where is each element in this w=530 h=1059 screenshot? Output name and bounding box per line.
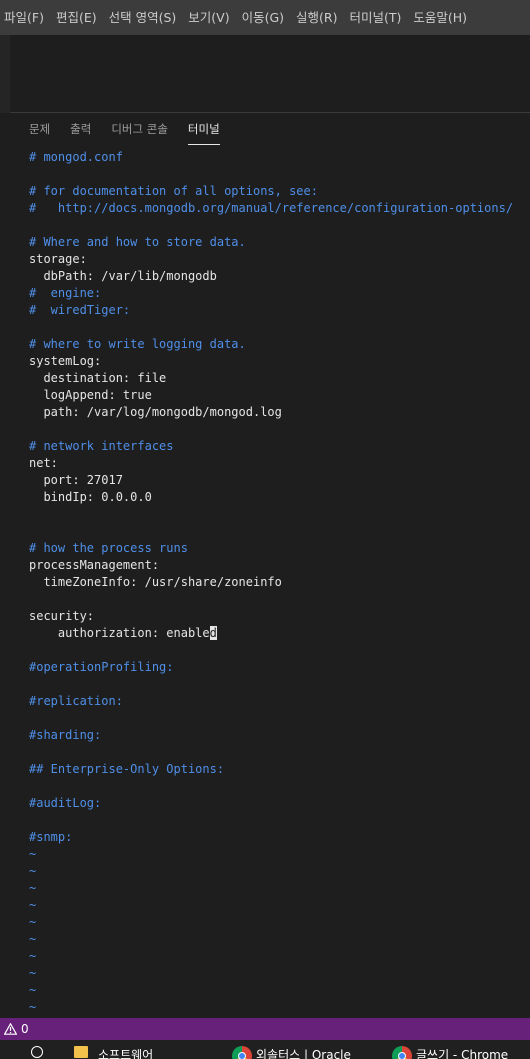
terminal-line: #replication: <box>29 694 123 708</box>
terminal-line: authorization: enabled <box>29 625 529 642</box>
terminal-line: security: <box>29 609 95 623</box>
menu-item[interactable]: 편집(E) <box>52 0 105 35</box>
taskbar-folder[interactable]: 소프트웨어 <box>74 1046 153 1059</box>
terminal-line: # for documentation of all options, see: <box>29 184 318 198</box>
terminal-empty-line: ~ <box>29 966 37 980</box>
terminal-line: dbPath: /var/lib/mongodb <box>29 269 217 283</box>
terminal-line: # http://docs.mongodb.org/manual/referen… <box>29 201 514 215</box>
panel-tab[interactable]: 터미널 <box>187 116 220 145</box>
taskbar-chrome-1[interactable]: 외솔터스 | Oracle <box>232 1046 351 1059</box>
terminal-line: destination: file <box>29 371 167 385</box>
terminal-line: net: <box>29 456 58 470</box>
terminal-empty-line: ~ <box>29 898 37 912</box>
terminal-empty-line: ~ <box>29 983 37 997</box>
terminal-empty-line: ~ <box>29 949 37 963</box>
terminal-line-text: authorization: enable <box>29 626 210 640</box>
terminal-line: path: /var/log/mongodb/mongod.log <box>29 405 282 419</box>
terminal-line: timeZoneInfo: /usr/share/zoneinfo <box>29 575 282 589</box>
problems-count: 0 <box>21 1022 29 1036</box>
warning-icon <box>4 1023 17 1035</box>
terminal-line: ## Enterprise-Only Options: <box>29 762 225 776</box>
status-bar: 0 <box>0 1018 530 1040</box>
editor-area[interactable] <box>0 35 530 113</box>
terminal-empty-line: ~ <box>29 847 37 861</box>
menu-item[interactable]: 보기(V) <box>184 0 237 35</box>
terminal-line: # where to write logging data. <box>29 337 246 351</box>
terminal-line: systemLog: <box>29 354 102 368</box>
taskbar-chrome-2-label: 글쓰기 - Chrome <box>416 1048 509 1059</box>
text-cursor: d <box>209 626 217 640</box>
terminal-empty-line: ~ <box>29 881 37 895</box>
terminal-line: # how the process runs <box>29 541 188 555</box>
taskbar-search[interactable] <box>31 1046 43 1058</box>
terminal-line: processManagement: <box>29 558 160 572</box>
panel-tab[interactable]: 문제 <box>29 116 50 142</box>
menu-bar: 파일(F) 편집(E) 선택 영역(S) 보기(V) 이동(G) 실행(R) 터미널(T) 도… <box>0 0 530 35</box>
menu-item[interactable]: 실행(R) <box>292 0 345 35</box>
terminal-line: #operationProfiling: <box>29 660 174 674</box>
search-icon <box>31 1046 43 1058</box>
terminal-empty-line: ~ <box>29 932 37 946</box>
panel-tab[interactable]: 디버그 콘솔 <box>111 116 168 142</box>
terminal-line: # network interfaces <box>29 439 174 453</box>
terminal-empty-line: ~ <box>29 915 37 929</box>
terminal-line: port: 27017 <box>29 473 123 487</box>
menu-item[interactable]: 도움말(H) <box>409 0 475 35</box>
menu-item[interactable]: 파일(F) <box>0 0 52 35</box>
problems-indicator[interactable]: 0 <box>0 1022 29 1036</box>
taskbar-chrome-1-label: 외솔터스 | Oracle <box>256 1048 351 1059</box>
menu-item[interactable]: 터미널(T) <box>346 0 410 35</box>
terminal-empty-line: ~ <box>29 864 37 878</box>
terminal-line: # wiredTiger: <box>29 303 131 317</box>
terminal-line: #sharding: <box>29 728 102 742</box>
terminal-line: #auditLog: <box>29 796 102 810</box>
taskbar: 소프트웨어 외솔터스 | Oracle 글쓰기 - Chrome <box>0 1040 530 1059</box>
terminal-line: # engine: <box>29 286 102 300</box>
terminal-line: #snmp: <box>29 830 73 844</box>
terminal-output[interactable]: # mongod.conf # for documentation of all … <box>29 149 529 1033</box>
terminal-line: logAppend: true <box>29 388 152 402</box>
chrome-icon <box>232 1046 252 1059</box>
menu-item[interactable]: 이동(G) <box>238 0 292 35</box>
terminal-line: # Where and how to store data. <box>29 235 246 249</box>
terminal-line: bindIp: 0.0.0.0 <box>29 490 152 504</box>
taskbar-chrome-2[interactable]: 글쓰기 - Chrome <box>392 1046 508 1059</box>
chrome-icon <box>392 1046 412 1059</box>
terminal-line: storage: <box>29 252 87 266</box>
editor-gutter <box>0 35 10 113</box>
panel-tabs: 문제 출력 디버그 콘솔 터미널 <box>29 113 240 145</box>
taskbar-folder-label: 소프트웨어 <box>98 1048 154 1059</box>
menu-item[interactable]: 선택 영역(S) <box>105 0 185 35</box>
terminal-line: # mongod.conf <box>29 150 123 164</box>
panel-tab[interactable]: 출력 <box>70 116 91 142</box>
folder-icon <box>74 1046 88 1058</box>
terminal-empty-line: ~ <box>29 1000 37 1014</box>
